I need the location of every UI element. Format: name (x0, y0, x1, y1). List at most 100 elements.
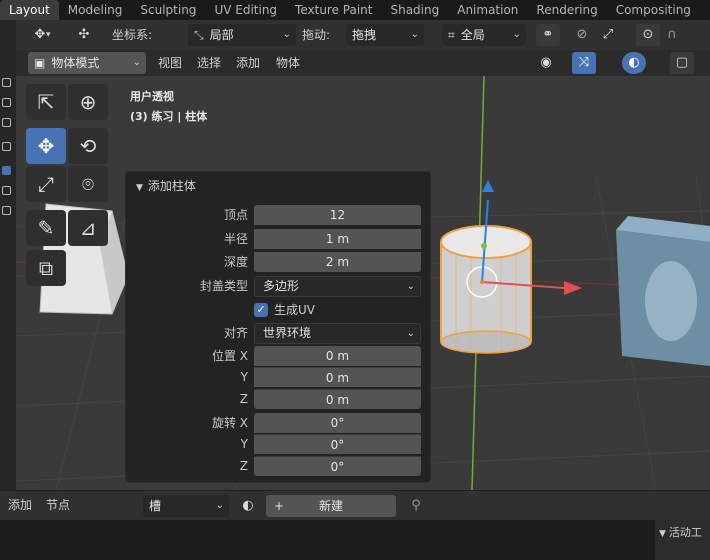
move-arrows-icon: ✥ (37, 134, 55, 158)
checkmark-icon: ✓ (256, 303, 266, 316)
cursor-select-icon: ⇱ (37, 90, 55, 114)
transform-icon: ⌾ (82, 172, 94, 196)
coord-system-dropdown[interactable]: ⤡ 局部 ⌄ (188, 24, 296, 46)
visibility-eye-icon[interactable]: ◉ (534, 52, 558, 74)
location-z-field[interactable]: 0 m (254, 389, 421, 409)
active-tool-label[interactable]: ▼ 活动工 (659, 522, 702, 545)
annotate-tool[interactable]: ✎ (26, 210, 66, 246)
cap-type-dropdown[interactable]: 多边形 ⌄ (254, 276, 421, 297)
pin-icon[interactable]: ⚲ (404, 495, 428, 517)
scale-tool[interactable]: ⤢ (26, 166, 66, 202)
workspace-tabs: Layout Modeling Sculpting UV Editing Tex… (0, 0, 710, 20)
view-name: 用户透视 (130, 90, 174, 103)
drag-label: 拖动: (302, 28, 331, 42)
depth-label: 深度 (223, 255, 248, 269)
tab-modeling[interactable]: Modeling (59, 0, 132, 20)
tab-animation[interactable]: Animation (448, 0, 527, 20)
rotation-y-label: Y (240, 437, 248, 451)
rotation-z-field[interactable]: 0° (254, 456, 421, 476)
overlay-icon[interactable]: ◐ (622, 52, 646, 74)
cylinder-bottom (440, 330, 532, 354)
cap-type-label: 封盖类型 (199, 279, 248, 293)
pivot-dropdown[interactable]: ⌗ 全局 ⌄ (442, 24, 526, 46)
strip-toggle-icon[interactable] (2, 206, 11, 215)
slot-dropdown[interactable]: 槽 ⌄ (143, 495, 229, 517)
rotation-y-field[interactable]: 0° (254, 434, 421, 454)
rotation-x-field[interactable]: 0° (254, 413, 421, 433)
tab-sculpting[interactable]: Sculpting (131, 0, 205, 20)
new-material-button[interactable]: + 新建 (266, 495, 396, 517)
tab-uv-editing[interactable]: UV Editing (205, 0, 286, 20)
align-dropdown[interactable]: 世界环境 ⌄ (254, 323, 421, 344)
location-x-field[interactable]: 0 m (254, 346, 421, 366)
rotate-tool[interactable]: ⟲ (68, 128, 108, 164)
gizmo-icon[interactable]: ⤨ (572, 52, 596, 74)
coord-system-value: 局部 (209, 28, 234, 42)
menu-select[interactable]: 选择 (197, 52, 221, 74)
menu-object[interactable]: 物体 (276, 52, 300, 74)
menu-add-node[interactable]: 添加 (8, 494, 32, 516)
add-cube-tool[interactable]: ⧉ (26, 250, 66, 286)
align-label: 对齐 (223, 326, 248, 340)
select-tool[interactable]: ⇱ (26, 84, 66, 120)
chevron-down-icon: ⌄ (215, 500, 224, 511)
collapse-triangle-icon: ▼ (136, 183, 143, 193)
move-tool[interactable]: ✥ (26, 128, 66, 164)
menu-view[interactable]: 视图 (158, 52, 182, 74)
drag-dropdown[interactable]: 拖拽 ⌄ (346, 24, 424, 46)
add-cylinder-panel: ▼ 添加柱体 顶点 12 半径 1 m 深度 2 m 封盖类型 多边形 ⌄ ✓ 生… (125, 171, 431, 483)
panel-title[interactable]: ▼ 添加柱体 (136, 177, 196, 194)
menu-node[interactable]: 节点 (46, 494, 70, 516)
strip-toggle-icon[interactable] (2, 186, 11, 195)
measure-tool[interactable]: ⊿ (68, 210, 108, 246)
proportional-edit-icon[interactable]: ⊙ (636, 24, 660, 46)
pivot-value: 全局 (460, 28, 485, 42)
tab-layout[interactable]: Layout (0, 0, 59, 20)
depth-field[interactable]: 2 m (254, 252, 421, 272)
node-editor-area[interactable] (0, 520, 710, 560)
strip-toggle-icon[interactable] (2, 142, 11, 151)
generate-uv-checkbox[interactable]: ✓ (254, 303, 268, 317)
chevron-down-icon: ⌄ (406, 281, 415, 292)
link-icon[interactable]: ⚭ (536, 24, 560, 46)
chevron-down-icon: ⌄ (512, 29, 521, 40)
drag-value: 拖拽 (352, 28, 377, 42)
strip-toggle-icon[interactable] (2, 98, 11, 107)
move-icon[interactable]: ✣ (72, 24, 96, 46)
pencil-icon: ✎ (37, 216, 55, 240)
tab-compositing[interactable]: Compositing (607, 0, 700, 20)
pivot-icon: ⌗ (448, 28, 455, 42)
scale-icon: ⤢ (38, 172, 54, 196)
location-z-label: Z (239, 392, 248, 406)
tab-texture-paint[interactable]: Texture Paint (286, 0, 381, 20)
rotation-z-label: Z (239, 459, 248, 473)
coord-system-label: 坐标系: (112, 28, 153, 42)
location-y-label: Y (240, 370, 248, 384)
mode-dropdown[interactable]: ▣ 物体模式 ⌄ (28, 52, 146, 74)
strip-toggle-icon[interactable] (2, 118, 11, 127)
strip-toggle-icon[interactable] (2, 78, 11, 87)
tab-rendering[interactable]: Rendering (527, 0, 606, 20)
tool-header: ✥ ▾ ✣ 坐标系: ⤡ 局部 ⌄ 拖动: 拖拽 ⌄ ⌗ 全局 ⌄ ⚭ ⊘ ⤢ ⊙ … (0, 20, 710, 50)
chevron-down-icon: ⌄ (410, 29, 419, 40)
new-material-label: 新建 (318, 499, 343, 513)
vertices-field[interactable]: 12 (254, 205, 421, 225)
tab-shading[interactable]: Shading (381, 0, 448, 20)
strip-toggle-icon[interactable] (2, 166, 11, 175)
xray-icon[interactable]: ▢ (670, 52, 694, 74)
cursor-tool[interactable]: ⊕ (68, 84, 108, 120)
vertices-label: 顶点 (223, 208, 248, 222)
material-sphere-icon[interactable]: ◐ (236, 495, 260, 517)
transform-tool[interactable]: ⌾ (68, 166, 108, 202)
chevron-down-icon: ▾ (46, 30, 51, 40)
menu-add[interactable]: 添加 (236, 52, 260, 74)
snap-target-icon[interactable]: ⤢ (596, 24, 620, 46)
generate-uv-label: 生成UV (274, 303, 315, 317)
chevron-down-icon: ⌄ (406, 328, 415, 339)
falloff-icon[interactable]: ∩ (660, 24, 684, 46)
local-axis-icon: ⤡ (194, 28, 204, 42)
cap-type-value: 多边形 (263, 279, 300, 293)
radius-field[interactable]: 1 m (254, 229, 421, 249)
location-y-field[interactable]: 0 m (254, 367, 421, 387)
snap-icon[interactable]: ⊘ (570, 24, 594, 46)
